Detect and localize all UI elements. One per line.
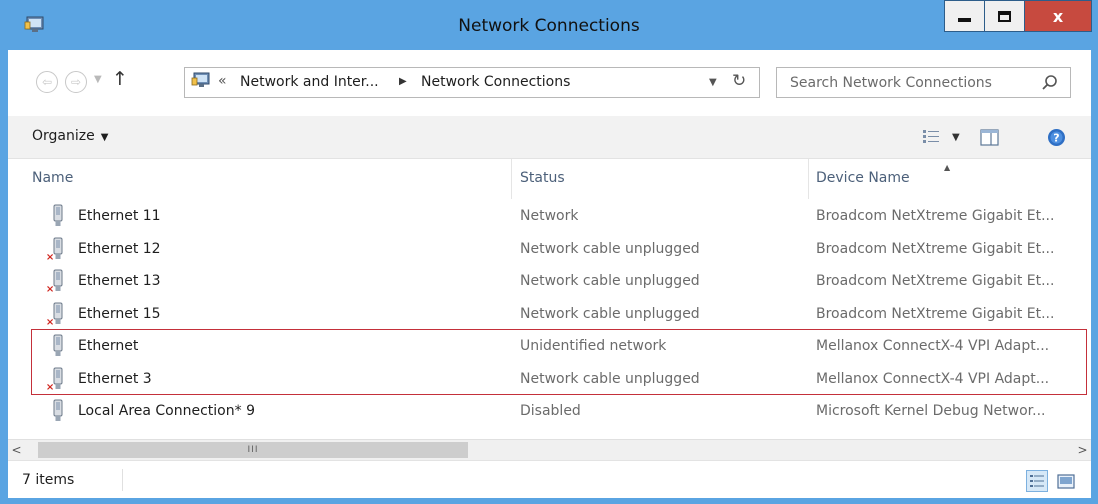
connection-row[interactable]: Local Area Connection* 9 Disabled Microsof… — [8, 396, 1091, 428]
back-button[interactable]: ⇦ — [36, 71, 58, 93]
connection-status: Disabled — [520, 403, 581, 419]
item-count: 7 items — [22, 472, 75, 488]
up-button[interactable]: ↑ — [112, 68, 128, 90]
status-bar: 7 items — [8, 460, 1091, 498]
search-box[interactable] — [776, 67, 1071, 98]
forward-button[interactable]: ⇨ — [65, 71, 87, 93]
refresh-icon[interactable]: ↻ — [732, 71, 746, 91]
details-view-button[interactable] — [1026, 470, 1048, 492]
connection-row[interactable]: × Ethernet 12 Network cable unplugged Broad… — [8, 234, 1091, 266]
sort-ascending-icon: ▲ — [944, 163, 951, 172]
connection-name: Ethernet 15 — [78, 305, 161, 322]
connection-name: Ethernet 13 — [78, 273, 161, 289]
connection-device-name: Microsoft Kernel Debug Networ... — [816, 403, 1046, 419]
network-adapter-icon — [53, 334, 63, 356]
svg-text:×: × — [46, 317, 54, 326]
network-adapter-disconnected-icon: × — [46, 269, 63, 293]
connection-device-name: Broadcom NetXtreme Gigabit Et... — [816, 305, 1055, 322]
svg-text:?: ? — [1053, 132, 1059, 145]
close-button[interactable]: x — [1024, 0, 1092, 32]
connection-row[interactable]: Ethernet 11 Network Broadcom NetXtreme Gig… — [8, 201, 1091, 233]
search-icon[interactable] — [1041, 74, 1059, 92]
scrollbar-grip-icon: III — [247, 445, 259, 455]
connection-status: Network cable unplugged — [520, 273, 700, 289]
breadcrumb-separator-icon[interactable]: ▶ — [399, 76, 407, 87]
connection-device-name: Broadcom NetXtreme Gigabit Et... — [816, 240, 1055, 257]
connection-device-name: Broadcom NetXtreme Gigabit Et... — [816, 273, 1055, 289]
connection-row[interactable]: Ethernet Unidentified network Mellanox Con… — [8, 331, 1091, 363]
maximize-icon — [998, 10, 1011, 22]
connection-name: Ethernet 3 — [78, 370, 152, 387]
connection-name: Ethernet — [78, 338, 139, 354]
change-view-icon[interactable] — [922, 129, 940, 145]
help-icon[interactable]: ? — [1047, 128, 1066, 147]
network-adapter-icon — [53, 204, 63, 226]
breadcrumb-network-and-internet[interactable]: Network and Inter... — [240, 74, 379, 90]
connection-row[interactable]: × Ethernet 3 Network cable unplugged Mellan… — [8, 364, 1091, 396]
window-client: ⇦ ⇨ ▼ ↑ « Network and Inter... ▶ Network… — [8, 50, 1091, 498]
forward-arrow-icon: ⇨ — [70, 75, 82, 89]
column-header-status[interactable]: Status — [520, 159, 565, 199]
column-header-name[interactable]: Name — [32, 159, 73, 199]
connection-status: Network cable unplugged — [520, 305, 700, 322]
minimize-icon — [958, 18, 971, 22]
recent-locations-dropdown[interactable]: ▼ — [94, 74, 102, 85]
network-adapter-icon — [53, 399, 63, 421]
window-title: Network Connections — [458, 16, 640, 36]
scrollbar-thumb[interactable]: III — [38, 442, 468, 458]
horizontal-scrollbar[interactable]: < III > — [8, 439, 1091, 460]
connection-status: Unidentified network — [520, 338, 667, 354]
breadcrumb-network-connections[interactable]: Network Connections — [421, 74, 570, 90]
column-divider[interactable] — [808, 159, 809, 199]
connection-device-name: Mellanox ConnectX-4 VPI Adapt... — [816, 370, 1050, 387]
address-box[interactable]: « Network and Inter... ▶ Network Connect… — [184, 67, 760, 98]
details-view-icon — [1030, 475, 1044, 487]
connection-device-name: Broadcom NetXtreme Gigabit Et... — [816, 208, 1055, 224]
explorer-window: Network Connections x ⇦ ⇨ ▼ ↑ « Network … — [0, 0, 1098, 504]
connection-name: Local Area Connection* 9 — [78, 403, 255, 419]
network-folder-icon — [191, 72, 210, 87]
connection-row[interactable]: × Ethernet 15 Network cable unplugged Broad… — [8, 299, 1091, 331]
column-header-device-name[interactable]: Device Name — [816, 159, 910, 199]
search-input[interactable] — [777, 68, 1027, 97]
address-dropdown-icon[interactable]: ▼ — [709, 77, 717, 88]
organize-label: Organize — [32, 128, 95, 144]
svg-text:×: × — [46, 284, 54, 293]
scroll-left-button[interactable]: < — [8, 440, 25, 460]
breadcrumb-overflow-icon[interactable]: « — [218, 73, 227, 89]
preview-pane-icon[interactable] — [980, 129, 999, 146]
connection-name: Ethernet 12 — [78, 240, 161, 257]
connection-name: Ethernet 11 — [78, 208, 161, 224]
large-icons-view-button[interactable] — [1056, 472, 1076, 490]
title-bar[interactable]: Network Connections x — [0, 0, 1098, 50]
command-bar: Organize ▼ ▼ ? — [8, 116, 1091, 159]
connection-status: Network cable unplugged — [520, 370, 700, 387]
connection-status: Network — [520, 208, 579, 224]
column-headers: Name Status Device Name ▲ — [8, 159, 1091, 199]
svg-text:×: × — [46, 382, 54, 391]
connection-status: Network cable unplugged — [520, 240, 700, 257]
address-bar-row: ⇦ ⇨ ▼ ↑ « Network and Inter... ▶ Network… — [8, 50, 1091, 116]
column-divider[interactable] — [511, 159, 512, 199]
scroll-right-button[interactable]: > — [1074, 440, 1091, 460]
svg-text:×: × — [46, 252, 54, 261]
maximize-button[interactable] — [984, 0, 1024, 32]
network-adapter-disconnected-icon: × — [46, 302, 63, 326]
connection-device-name: Mellanox ConnectX-4 VPI Adapt... — [816, 338, 1050, 354]
status-divider — [122, 469, 123, 491]
close-icon: x — [1052, 6, 1064, 26]
back-arrow-icon: ⇦ — [41, 75, 53, 89]
chevron-down-icon: ▼ — [100, 132, 109, 143]
view-options-chevron-icon[interactable]: ▼ — [952, 132, 960, 143]
connections-list: Ethernet 11 Network Broadcom NetXtreme Gig… — [8, 199, 1091, 439]
minimize-button[interactable] — [944, 0, 984, 32]
connection-row[interactable]: × Ethernet 13 Network cable unplugged Broad… — [8, 266, 1091, 298]
large-icons-view-icon — [1057, 473, 1075, 489]
network-adapter-disconnected-icon: × — [46, 237, 63, 261]
organize-menu-button[interactable]: Organize ▼ — [32, 128, 108, 144]
network-adapter-disconnected-icon: × — [46, 367, 63, 391]
